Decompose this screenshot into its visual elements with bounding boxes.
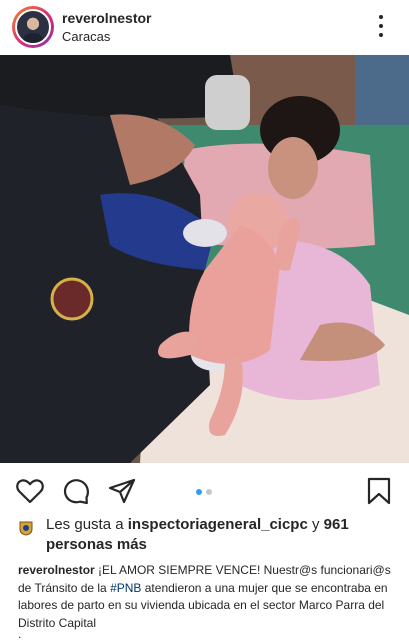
caption-hashtag[interactable]: #PNB bbox=[110, 581, 141, 595]
carousel-dot bbox=[206, 489, 212, 495]
more-dot bbox=[379, 33, 383, 37]
likes-row: Les gusta a inspectoriageneral_cicpc y 9… bbox=[18, 515, 398, 555]
photo-officer-cap bbox=[0, 55, 240, 119]
likes-middle: y bbox=[307, 516, 324, 533]
avatar[interactable] bbox=[15, 9, 51, 45]
photo-image bbox=[0, 55, 409, 463]
likes-suffix[interactable]: personas más bbox=[46, 536, 147, 553]
carousel-dot-active bbox=[196, 489, 202, 495]
post-location[interactable]: Caracas bbox=[62, 28, 151, 45]
more-dot bbox=[379, 24, 383, 28]
caption-username[interactable]: reverolnestor bbox=[18, 563, 95, 577]
post-username[interactable]: reverolnestor bbox=[62, 10, 151, 27]
photo-officer-badge bbox=[50, 277, 94, 321]
likes-count[interactable]: 961 bbox=[324, 516, 349, 533]
caption-trailing: . bbox=[18, 627, 22, 640]
more-icon[interactable] bbox=[371, 12, 391, 40]
post-caption: reverolnestor ¡EL AMOR SIEMPRE VENCE! Nu… bbox=[18, 562, 398, 632]
bookmark-icon[interactable] bbox=[364, 476, 394, 506]
post-user-block: reverolnestor Caracas bbox=[62, 10, 151, 45]
heart-icon[interactable] bbox=[15, 476, 45, 506]
post-action-bar bbox=[0, 470, 409, 510]
more-dot bbox=[379, 15, 383, 19]
send-icon[interactable] bbox=[107, 476, 137, 506]
post-photo[interactable] bbox=[0, 55, 409, 463]
likes-prefix: Les gusta a bbox=[46, 516, 128, 533]
post-header: reverolnestor Caracas bbox=[0, 0, 409, 54]
photo-cap-visor bbox=[205, 75, 250, 130]
comment-icon[interactable] bbox=[61, 476, 91, 506]
liker-avatar-icon[interactable] bbox=[18, 520, 34, 536]
photo-mother-face bbox=[268, 137, 318, 199]
liker-username[interactable]: inspectoriageneral_cicpc bbox=[128, 516, 308, 533]
likes-text: Les gusta a inspectoriageneral_cicpc y 9… bbox=[46, 515, 349, 555]
profile-avatar-ring[interactable] bbox=[12, 6, 54, 48]
carousel-indicator bbox=[196, 489, 212, 495]
photo-glove-hand bbox=[183, 219, 227, 247]
